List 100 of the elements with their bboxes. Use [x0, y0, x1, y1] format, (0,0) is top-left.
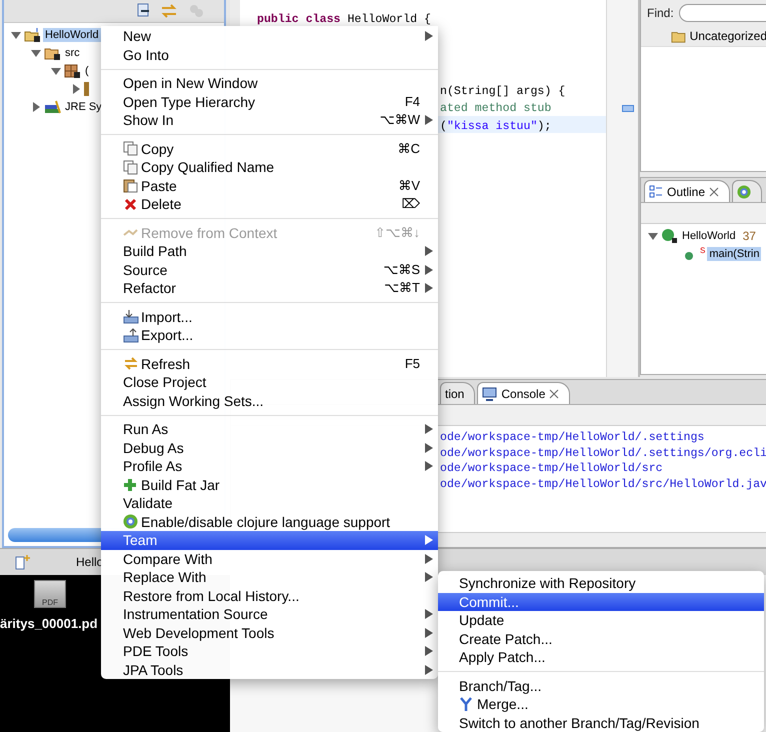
menu-item[interactable]: Close Project [101, 373, 438, 392]
menu-item[interactable]: New [101, 27, 438, 46]
menu-item[interactable]: Show In ⌥⌘W [101, 111, 438, 130]
collapsed-arrow-icon[interactable] [30, 101, 42, 113]
tree-item[interactable]: src [63, 46, 82, 60]
menu-item[interactable]: Branch/Tag... [438, 676, 764, 695]
menu-item[interactable]: Compare With [101, 550, 438, 568]
menu-item[interactable]: Synchronize with Repository [438, 574, 764, 592]
menu-item[interactable]: JPA Tools [101, 660, 438, 679]
menu-item[interactable]: Web Development Tools [101, 624, 438, 642]
outline-item[interactable]: main(Strin [707, 247, 762, 261]
clipboard-icon [123, 178, 138, 194]
menu-item[interactable]: Open in New Window [101, 74, 438, 92]
books-icon [44, 99, 61, 115]
menu-item[interactable]: Export... [101, 326, 438, 344]
keyboard-shortcut: F4 [404, 94, 420, 110]
view-tab[interactable]: tion [440, 382, 476, 404]
menu-item[interactable]: Build Path [101, 242, 438, 260]
delete-icon [123, 196, 138, 212]
keyboard-shortcut: ⇧⌥⌘↓ [374, 224, 420, 241]
revision-number: 37 [742, 229, 756, 243]
import-icon [123, 309, 139, 324]
menu-item[interactable]: Copy Qualified Name [101, 158, 438, 176]
menu-item[interactable]: Profile As [101, 457, 438, 476]
menu-item[interactable]: Commit... [438, 592, 764, 611]
view-tab[interactable] [732, 180, 762, 202]
plus-icon [123, 478, 137, 492]
menu-item[interactable]: Copy ⌘C [101, 140, 438, 158]
merge-icon [459, 696, 474, 712]
menu-item[interactable]: Replace With [101, 568, 438, 586]
tab-label: Outline [667, 184, 706, 198]
occurrence-marker[interactable] [622, 105, 634, 112]
menu-item[interactable]: Switch to another Branch/Tag/Revision [438, 714, 764, 732]
expanded-arrow-icon[interactable] [30, 47, 42, 59]
menu-item[interactable]: Assign Working Sets... [101, 392, 438, 410]
menu-item[interactable]: Import... [101, 308, 438, 326]
pdf-file-icon[interactable]: PDF [34, 580, 66, 608]
keyboard-shortcut: ⌥⌘T [383, 280, 420, 296]
expanded-arrow-icon[interactable] [647, 230, 659, 242]
menu-item[interactable]: Source ⌥⌘S [101, 260, 438, 279]
keyboard-shortcut: F5 [404, 356, 420, 372]
menu-item[interactable]: Build Fat Jar [101, 476, 438, 494]
file-name[interactable]: äritys_00001.pd [0, 616, 98, 631]
static-marker: S [700, 246, 706, 255]
code-line: ated method stub [440, 102, 552, 115]
outline-item[interactable]: HelloWorld [680, 229, 738, 243]
find-label: Find: [647, 6, 674, 20]
tab-label: tion [445, 386, 464, 401]
view-tab[interactable]: Outline [644, 180, 730, 202]
new-view-icon[interactable] [14, 554, 32, 570]
tree-item[interactable]: ( [83, 64, 91, 78]
copy-icon [123, 160, 138, 175]
menu-item[interactable]: Validate [101, 494, 438, 512]
package-icon [64, 63, 81, 79]
menu-item[interactable]: Run As [101, 420, 438, 438]
outline-icon [649, 184, 663, 198]
menu-item[interactable]: Enable/disable clojure language support [101, 512, 438, 531]
menu-item[interactable]: Update [438, 611, 764, 630]
copy-icon [123, 141, 138, 156]
menu-item[interactable]: Debug As [101, 438, 438, 457]
clojure-icon [737, 184, 752, 198]
keyboard-shortcut: ⌘V [397, 178, 420, 194]
class-icon [661, 228, 678, 244]
collapse-all-icon[interactable] [136, 3, 152, 19]
keyboard-shortcut: ⌥⌘W [378, 112, 420, 128]
menu-item[interactable]: Apply Patch... [438, 648, 764, 666]
console-line: ode/workspace-tmp/HelloWorld/src [440, 461, 664, 477]
file-icon [84, 82, 89, 96]
tree-item[interactable]: HelloWorld [43, 28, 101, 42]
expanded-arrow-icon[interactable] [10, 29, 22, 41]
export-icon [123, 328, 139, 343]
code-line: ("kissa istuu"); [440, 120, 552, 132]
menu-item[interactable]: PDE Tools [101, 642, 438, 660]
keyboard-shortcut: ⌘C [396, 140, 420, 157]
menu-item[interactable]: Refresh F5 [101, 354, 438, 373]
menu-item[interactable]: Create Patch... [438, 630, 764, 648]
menu-item[interactable]: Merge... [438, 695, 764, 714]
collapsed-arrow-icon[interactable] [70, 83, 82, 95]
monitor-icon [482, 386, 498, 401]
menu-item[interactable]: Paste ⌘V [101, 176, 438, 195]
view-tab[interactable]: Console [477, 382, 570, 404]
menu-item[interactable]: Team [101, 531, 438, 550]
menu-item[interactable]: Open Type Hierarchy F4 [101, 92, 438, 111]
keyboard-shortcut: ⌦ [400, 196, 420, 212]
menu-item[interactable]: Go Into [101, 46, 438, 64]
expanded-arrow-icon[interactable] [50, 65, 62, 77]
menu-item[interactable]: Refactor ⌥⌘T [101, 279, 438, 298]
tab-label: Console [501, 386, 546, 401]
tree-item[interactable]: JRE Sy [63, 100, 104, 114]
refresh-icon [123, 356, 139, 372]
console-line: ode/workspace-tmp/HelloWorld/.settings [440, 430, 706, 446]
close-icon[interactable] [709, 186, 720, 196]
project-folder-icon [24, 27, 41, 43]
menu-item[interactable]: Delete ⌦ [101, 195, 438, 214]
code-line: n(String[] args) { [440, 84, 566, 98]
menu-item[interactable]: Restore from Local History... [101, 586, 438, 605]
menu-item[interactable]: Instrumentation Source [101, 605, 438, 624]
close-icon[interactable] [549, 388, 560, 399]
console-line: ode/workspace-tmp/HelloWorld/.settings/org.ecli [440, 446, 766, 462]
clojure-icon [123, 514, 138, 530]
